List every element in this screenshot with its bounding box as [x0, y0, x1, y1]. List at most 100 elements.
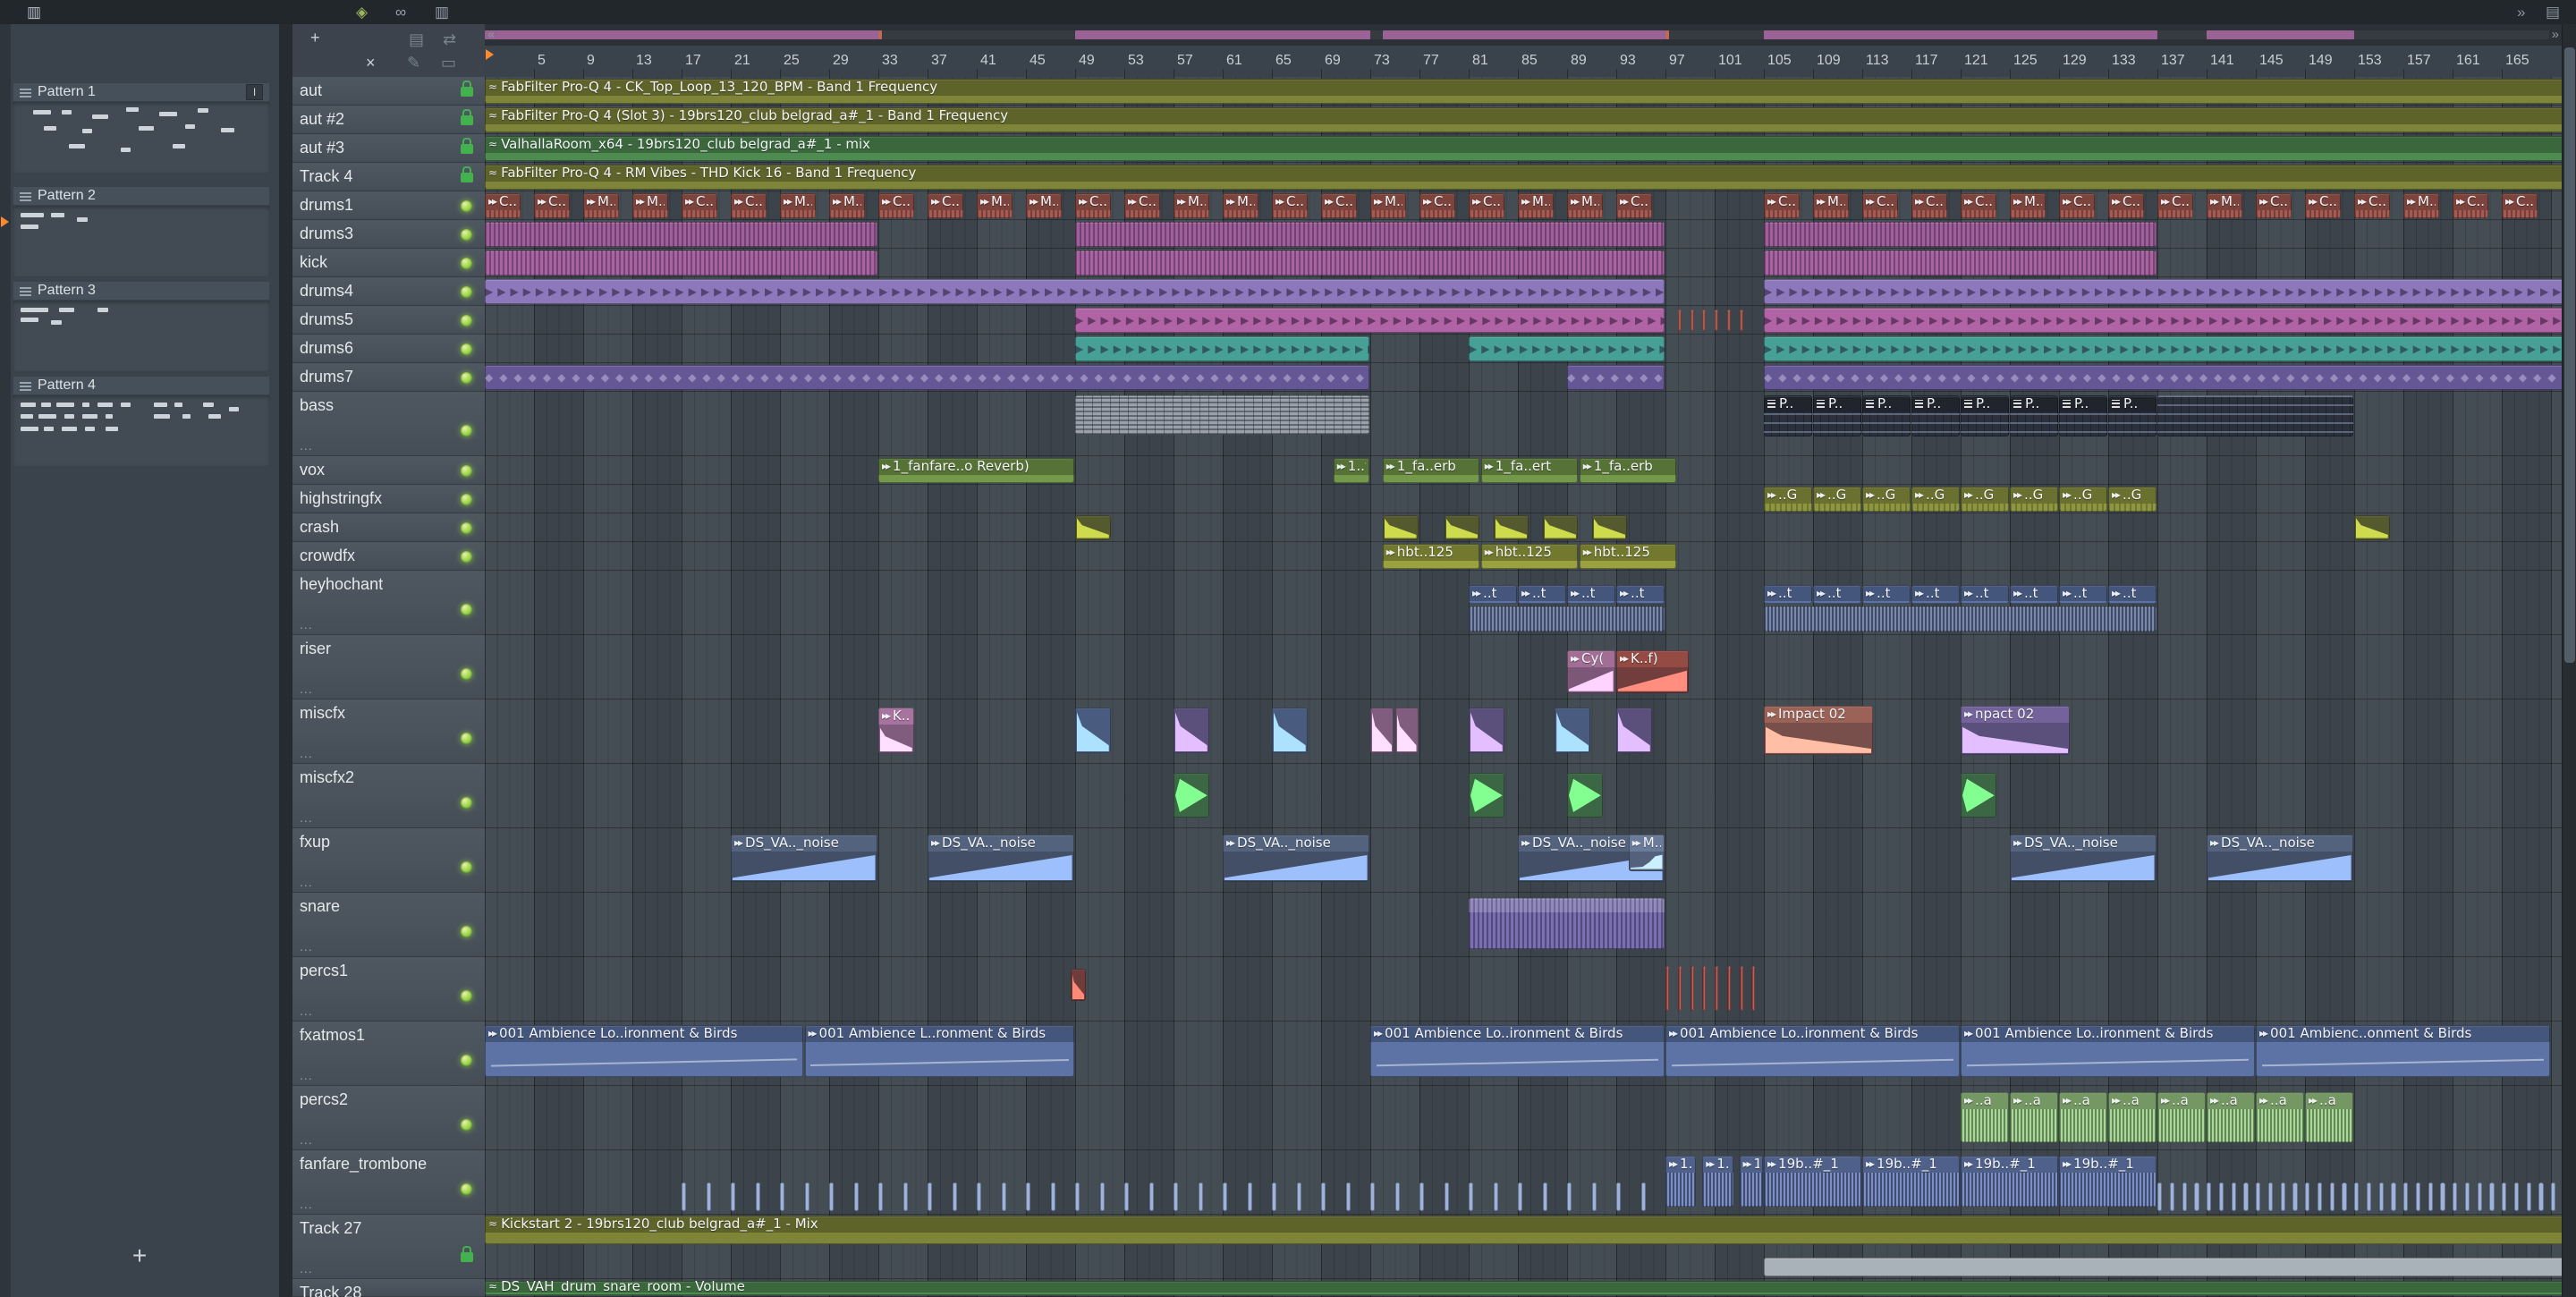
audio-clip[interactable]: ▸▸ 1_fa..erb — [1382, 457, 1480, 483]
clip[interactable] — [2207, 1183, 2212, 1211]
clip[interactable] — [1567, 1183, 1572, 1211]
clip[interactable] — [1469, 773, 1504, 818]
scroll-right-icon[interactable]: » — [2552, 24, 2559, 46]
clip[interactable] — [2305, 1183, 2310, 1211]
audio-clip[interactable]: ▸▸ C.. — [1419, 192, 1455, 218]
clip[interactable] — [1493, 514, 1530, 540]
audio-clip[interactable]: ▸▸ ..t — [2059, 584, 2107, 605]
audio-clip[interactable]: ▸▸ ..t — [1862, 584, 1911, 605]
audio-clip[interactable]: ▸▸ C.. — [1124, 192, 1160, 218]
track-led[interactable] — [461, 371, 472, 384]
audio-clip[interactable]: ▸▸ npact 02 — [1961, 706, 2071, 755]
audio-clip[interactable]: ▸▸ ..G — [1813, 486, 1861, 512]
clip[interactable]: ▶▶▶▶▶▶▶▶▶▶▶▶▶▶▶▶▶▶▶▶▶▶▶▶▶▶▶▶▶▶▶▶▶▶▶▶▶▶▶▶… — [1764, 307, 2562, 333]
pattern-picker-icon[interactable]: ▥ — [27, 2, 41, 22]
audio-clip[interactable]: ▸▸M.. — [1518, 192, 1554, 218]
track-row-highstringfx[interactable]: highstringfx — [292, 485, 485, 513]
audio-clip[interactable]: ▸▸ 19b..#_1 — [1862, 1155, 1960, 1208]
clip[interactable] — [2194, 1183, 2199, 1211]
link-mode-icon[interactable]: ∞ — [395, 2, 406, 22]
track-row-drums6[interactable]: drums6 — [292, 335, 485, 363]
clip[interactable]: ▶▶▶▶▶▶▶▶▶▶▶▶▶▶▶▶▶▶▶▶▶▶▶▶▶▶ — [1075, 335, 1369, 361]
playlist-lane[interactable] — [485, 635, 2562, 699]
audio-clip[interactable]: ▸▸ C.. — [1321, 192, 1357, 218]
track-row-fxatmos1[interactable]: fxatmos1... — [292, 1021, 485, 1086]
clip[interactable]: ▶▶▶▶▶▶▶▶▶▶▶▶▶▶▶▶▶▶▶▶▶▶▶▶▶▶▶▶▶▶▶▶▶▶▶▶▶▶▶▶… — [1075, 307, 1665, 333]
clip[interactable] — [1075, 514, 1111, 540]
track-name[interactable]: fxup — [300, 833, 330, 852]
delete-icon[interactable]: × — [366, 52, 376, 73]
clip[interactable] — [485, 250, 877, 276]
track-row-aut[interactable]: aut — [292, 77, 485, 106]
track-row-aut #3[interactable]: aut #3 — [292, 134, 485, 163]
audio-clip[interactable]: ▸▸ C.. — [1961, 192, 1996, 218]
automation-clip[interactable]: ≈ DS_VAH_drum_snare_room - Volume — [485, 1280, 2562, 1295]
track-row-percs1[interactable]: percs1... — [292, 957, 485, 1021]
clip[interactable] — [2403, 1183, 2409, 1211]
clip[interactable] — [1419, 1183, 1425, 1211]
audio-clip[interactable]: ▸▸ 001 Ambience L..ronment & Birds — [804, 1025, 1074, 1077]
automation-clip[interactable]: ≈ Kickstart 2 - 19brs120_club belgrad_a#_… — [485, 1216, 2562, 1245]
track-led[interactable] — [461, 990, 472, 1003]
clip[interactable] — [1764, 250, 2157, 276]
track-led[interactable] — [461, 733, 472, 745]
audio-clip[interactable]: ▸▸ 19b..#_1 — [1961, 1155, 2058, 1208]
track-name[interactable]: drums1 — [300, 196, 353, 215]
picker-columns-icon[interactable]: ▥ — [435, 2, 449, 22]
track-led[interactable] — [461, 314, 472, 326]
audio-clip[interactable]: ▸▸M.. — [2010, 192, 2046, 218]
clip[interactable] — [682, 1183, 687, 1211]
track-row-crash[interactable]: crash — [292, 513, 485, 542]
scroll-right-icon[interactable]: » — [2517, 2, 2525, 22]
pattern-preview[interactable] — [13, 395, 270, 466]
track-lock-icon[interactable] — [461, 108, 473, 125]
add-track-icon[interactable]: + — [310, 27, 320, 48]
track-name[interactable]: drums6 — [300, 339, 353, 358]
audio-clip[interactable]: ▸▸ C.. — [682, 192, 717, 218]
track-row-riser[interactable]: riser... — [292, 635, 485, 699]
clip[interactable] — [1469, 897, 1665, 950]
track-row-drums1[interactable]: drums1 — [292, 191, 485, 220]
track-name[interactable]: aut #3 — [300, 139, 344, 157]
clip[interactable] — [1764, 221, 2157, 247]
audio-clip[interactable]: ▸▸ ..G — [2059, 486, 2107, 512]
clip[interactable] — [1075, 250, 1665, 276]
clip[interactable] — [1444, 514, 1480, 540]
clip[interactable] — [706, 1183, 711, 1211]
audio-clip[interactable]: ▸▸ 19b..#_1 — [1764, 1155, 1861, 1208]
track-led[interactable] — [461, 604, 472, 616]
clip[interactable] — [2502, 1183, 2507, 1211]
audio-clip[interactable]: ▸▸ K.. — [878, 707, 914, 754]
audio-clip[interactable]: ▸▸M.. — [2207, 192, 2242, 218]
audio-clip[interactable]: ▸▸1.. — [1739, 1155, 1763, 1208]
clip[interactable] — [2551, 1183, 2556, 1211]
clip[interactable]: ▶▶▶▶▶▶▶▶▶▶▶▶▶▶▶▶▶▶▶▶▶▶▶▶▶▶▶▶▶▶▶▶▶▶▶▶▶▶▶▶… — [1764, 278, 2562, 304]
clip[interactable] — [2342, 1183, 2347, 1211]
clip[interactable] — [1394, 707, 1419, 754]
clip[interactable] — [1370, 1183, 1376, 1211]
automation-clip[interactable]: ≈ ValhallaRoom_x64 - 19brs120_club belgra… — [485, 135, 2562, 161]
track-led[interactable] — [461, 228, 472, 241]
audio-clip[interactable]: ▸▸ C.. — [2354, 192, 2390, 218]
clip[interactable] — [1272, 1183, 1277, 1211]
track-row-bass[interactable]: bass... — [292, 392, 485, 456]
clip[interactable] — [1702, 966, 1707, 1012]
pattern-clip[interactable]: P.. — [2010, 394, 2058, 437]
track-name[interactable]: Track 4 — [300, 167, 352, 186]
audio-clip[interactable]: ▸▸ C.. — [1469, 192, 1504, 218]
clip[interactable] — [1099, 1183, 1105, 1211]
audio-clip[interactable]: ▸▸ 001 Ambience Lo..ironment & Birds — [1961, 1025, 2255, 1077]
vertical-scroll-thumb[interactable] — [2564, 47, 2575, 663]
track-name[interactable]: drums5 — [300, 310, 353, 329]
clip[interactable] — [2169, 1183, 2175, 1211]
track-led[interactable] — [461, 668, 472, 681]
clip[interactable] — [1702, 309, 1707, 332]
clip[interactable] — [1715, 966, 1718, 1012]
audio-clip[interactable]: ▸▸ C.. — [2157, 192, 2193, 218]
automation-clip[interactable]: ≈ FabFilter Pro-Q 4 (Slot 3) - 19brs120_c… — [485, 106, 2562, 132]
clip[interactable] — [2440, 1183, 2445, 1211]
audio-clip[interactable]: ▸▸ DS_VA.._noise — [2207, 835, 2353, 883]
paint-icon[interactable]: ▭ — [441, 52, 456, 73]
pattern-badge[interactable]: I — [246, 84, 263, 100]
track-led[interactable] — [461, 926, 472, 938]
